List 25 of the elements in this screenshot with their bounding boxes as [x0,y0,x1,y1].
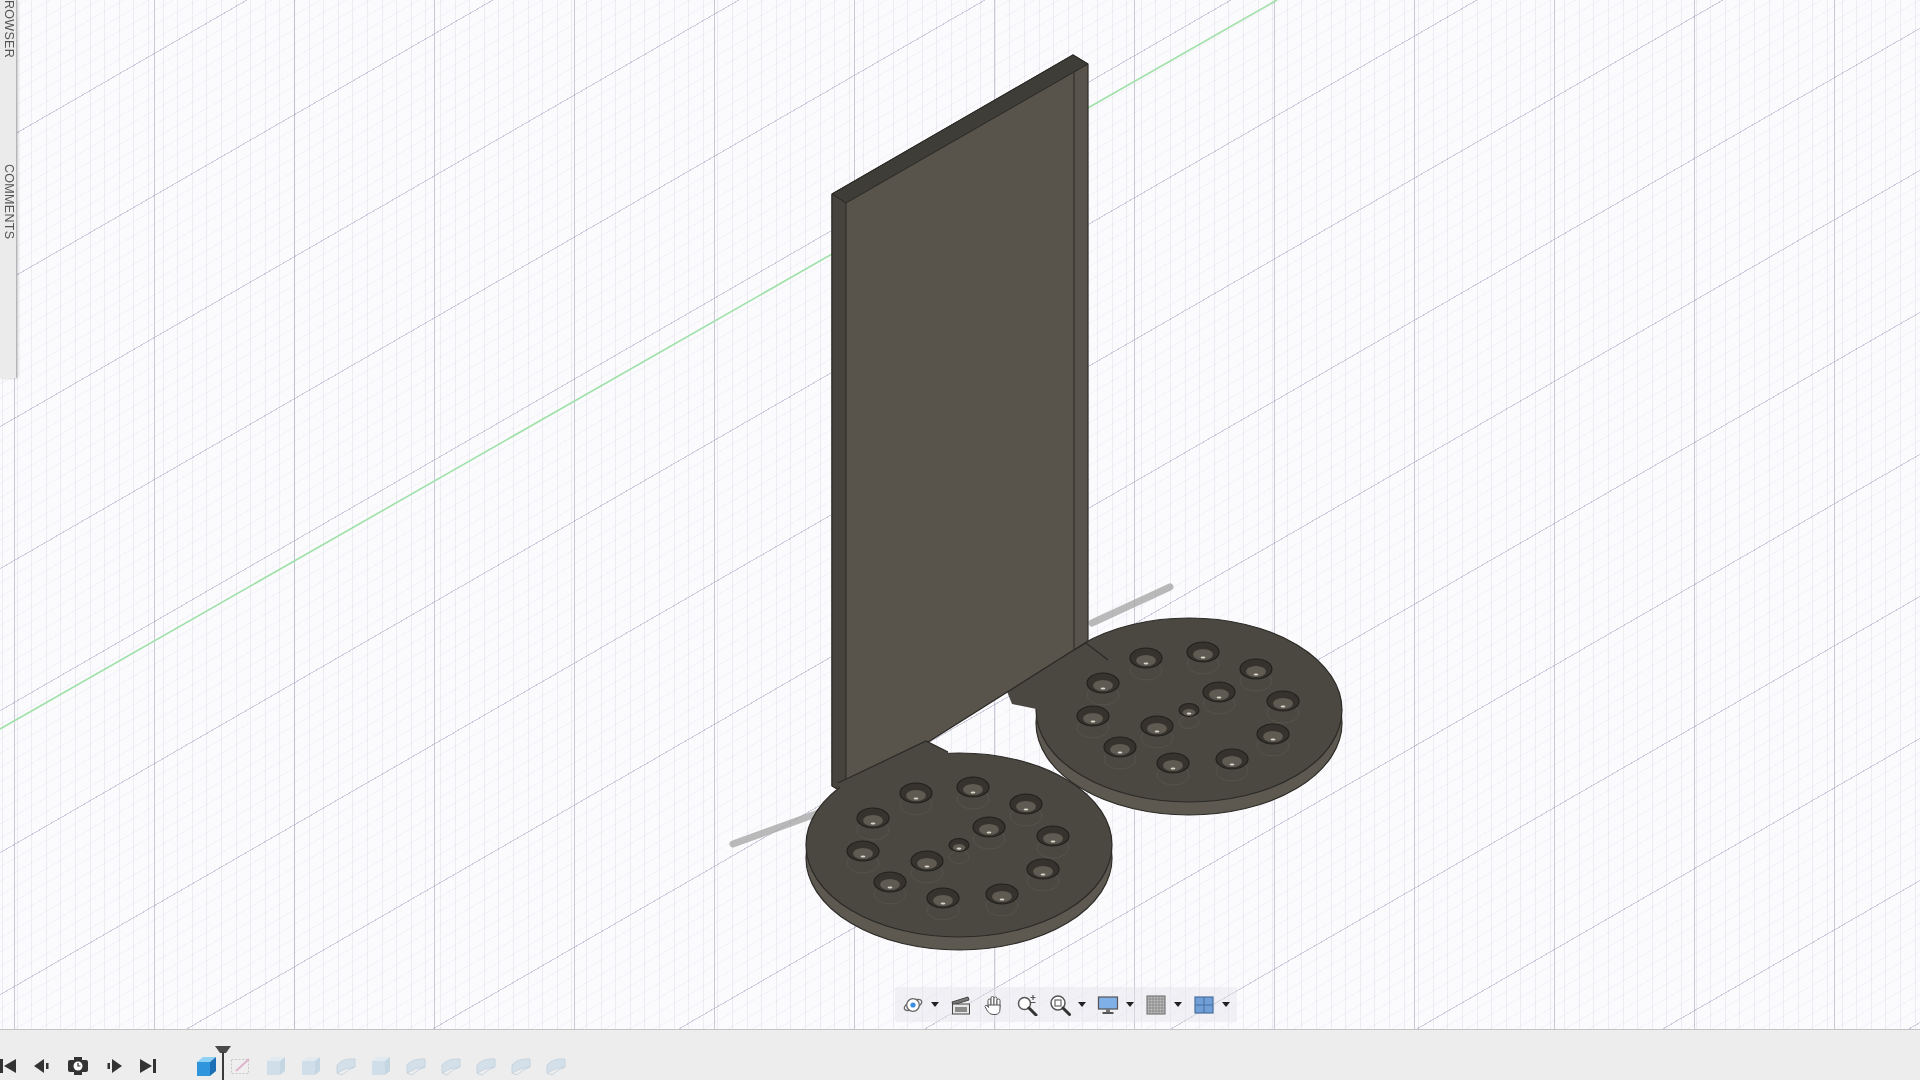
cube-icon[interactable] [194,1054,218,1078]
caret-icon [1126,1002,1134,1007]
step-forward-icon [106,1056,124,1076]
timeline-marker[interactable] [214,1046,232,1080]
step-forward-button[interactable] [106,1056,124,1076]
watch-icon [66,1056,90,1076]
skip-end-icon [140,1056,156,1076]
skip-start-icon [0,1056,16,1076]
caret-icon [931,1002,939,1007]
panel-tab[interactable]: COMMENTS [0,164,16,240]
caret-icon [1078,1002,1086,1007]
zoom-window-icon [1049,993,1071,1016]
clapperboard-icon [950,993,972,1016]
panel-tab[interactable]: ROWSER [0,0,16,59]
caret-icon [1174,1002,1182,1007]
grid-icon [1145,993,1167,1016]
skip-to-start-button[interactable] [0,1056,16,1076]
step-back-icon [32,1056,50,1076]
skip-to-end-button[interactable] [140,1056,156,1076]
window-panes-icon [1193,993,1215,1016]
monitor-icon [1097,993,1119,1016]
zoom-icon [1016,993,1038,1016]
step-back-button[interactable] [32,1056,50,1076]
play-button[interactable] [66,1056,90,1076]
caret-icon [1222,1002,1230,1007]
